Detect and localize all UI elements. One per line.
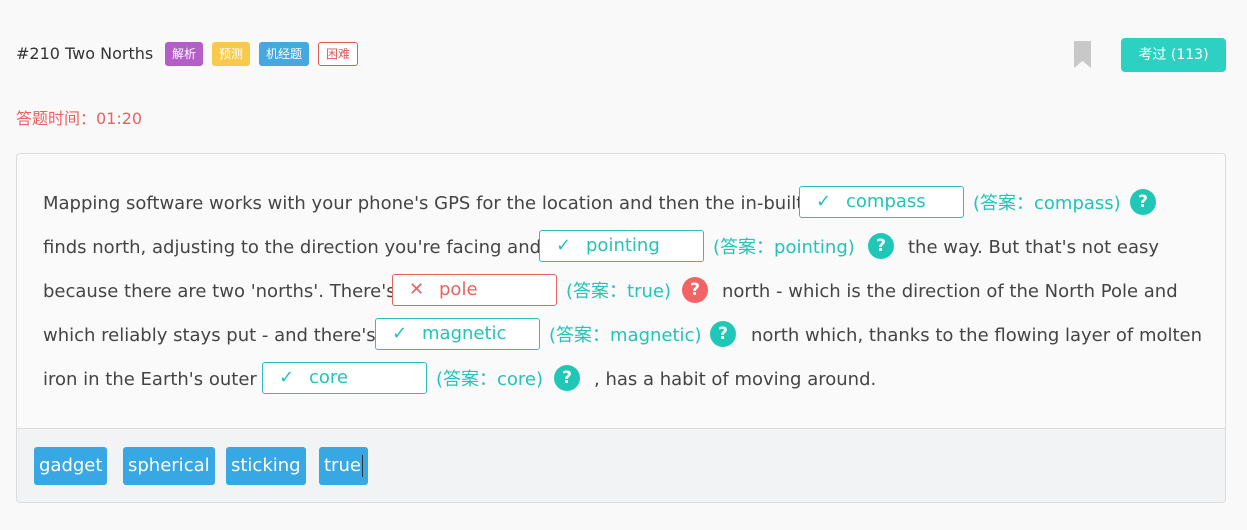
text-segment: because there are two 'norths'. There's bbox=[43, 281, 396, 302]
text-segment: north - which is the direction of the No… bbox=[722, 281, 1178, 302]
blank-value: core bbox=[309, 367, 348, 388]
answer-label: (答案：true) bbox=[566, 281, 671, 302]
check-icon: ✓ bbox=[816, 191, 832, 212]
option-label: true bbox=[324, 455, 361, 476]
check-icon: ✓ bbox=[556, 235, 572, 256]
blank-input-4[interactable]: ✓ magnetic bbox=[375, 318, 540, 350]
tag-analysis[interactable]: 解析 bbox=[165, 42, 204, 66]
question-card: Mapping software works with your phone's… bbox=[16, 153, 1226, 503]
answer-label: (答案：pointing) bbox=[713, 237, 855, 258]
text-segment: the way. But that's not easy bbox=[908, 237, 1160, 258]
blank-input-2[interactable]: ✓ pointing bbox=[539, 230, 704, 262]
text-segment: iron in the Earth's outer bbox=[43, 369, 257, 390]
pass-count-button[interactable]: 考过 (113) bbox=[1121, 38, 1226, 72]
tag-exam-question[interactable]: 机经题 bbox=[259, 42, 310, 66]
blank-value: compass bbox=[846, 191, 926, 212]
page-title: #210 Two Norths bbox=[16, 44, 154, 63]
question-circle-icon[interactable]: ? bbox=[554, 365, 580, 391]
text-segment: which reliably stays put - and there's bbox=[43, 325, 376, 346]
answer-label: (答案：magnetic) bbox=[549, 325, 702, 346]
answer-label: (答案：core) bbox=[436, 369, 544, 390]
blank-input-1[interactable]: ✓ compass bbox=[799, 186, 964, 218]
question-circle-icon[interactable]: ? bbox=[682, 277, 708, 303]
tag-difficulty: 困难 bbox=[318, 42, 359, 66]
option-true[interactable]: true bbox=[319, 447, 368, 485]
blank-value: pole bbox=[439, 279, 478, 300]
question-circle-icon[interactable]: ? bbox=[1130, 189, 1156, 215]
tag-prediction[interactable]: 预测 bbox=[212, 42, 251, 66]
option-spherical[interactable]: spherical bbox=[123, 447, 215, 485]
blank-value: magnetic bbox=[422, 323, 507, 344]
option-bank: gadget spherical sticking true bbox=[17, 428, 1225, 502]
option-sticking[interactable]: sticking bbox=[226, 447, 306, 485]
answer-timer: 答题时间：01:20 bbox=[16, 109, 143, 128]
answer-label: (答案：compass) bbox=[973, 193, 1121, 214]
blank-input-3[interactable]: ✕ pole bbox=[392, 274, 557, 306]
bookmark-icon[interactable] bbox=[1074, 41, 1091, 68]
blank-value: pointing bbox=[586, 235, 660, 256]
tag-list: 解析 预测 机经题 困难 bbox=[165, 42, 359, 66]
text-segment: finds north, adjusting to the direction … bbox=[43, 237, 542, 258]
blank-input-5[interactable]: ✓ core bbox=[262, 362, 427, 394]
text-segment: north which, thanks to the flowing layer… bbox=[751, 325, 1203, 346]
question-text: Mapping software works with your phone's… bbox=[17, 154, 1225, 428]
option-gadget[interactable]: gadget bbox=[34, 447, 108, 485]
question-circle-icon[interactable]: ? bbox=[710, 321, 736, 347]
check-icon: ✓ bbox=[392, 323, 408, 344]
cross-icon: ✕ bbox=[409, 279, 425, 300]
text-segment: , has a habit of moving around. bbox=[594, 369, 877, 390]
text-segment: Mapping software works with your phone's… bbox=[43, 193, 804, 214]
question-circle-icon[interactable]: ? bbox=[868, 233, 894, 259]
text-caret bbox=[361, 455, 363, 477]
check-icon: ✓ bbox=[279, 367, 295, 388]
